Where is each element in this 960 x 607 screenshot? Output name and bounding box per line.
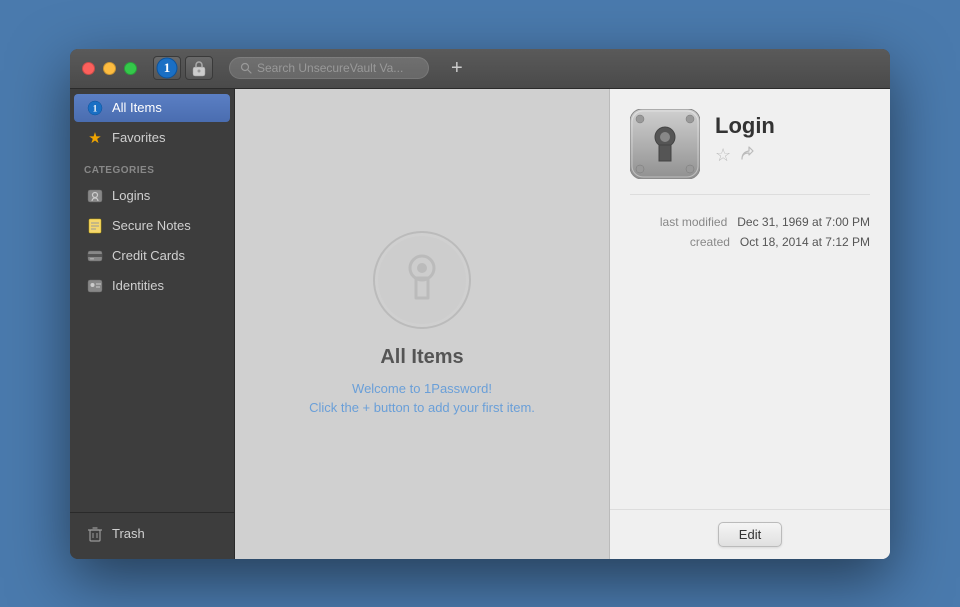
middle-pane-desc: Welcome to 1Password! Click the + button…: [309, 379, 535, 418]
sidebar: 1 All Items ★ Favorites CATEGORIES: [70, 89, 235, 559]
detail-item-icon: [630, 109, 700, 179]
grid-icon: 1: [86, 99, 104, 117]
login-icon: [86, 187, 104, 205]
search-input[interactable]: [257, 61, 407, 75]
created-value: Oct 18, 2014 at 7:12 PM: [740, 235, 870, 249]
main-content: 1 All Items ★ Favorites CATEGORIES: [70, 89, 890, 559]
all-items-label: All Items: [112, 100, 162, 115]
sidebar-item-identities[interactable]: Identities: [74, 272, 230, 300]
detail-title: Login: [715, 113, 870, 139]
categories-label: CATEGORIES: [70, 153, 234, 181]
svg-text:1: 1: [93, 103, 98, 113]
sidebar-item-favorites[interactable]: ★ Favorites: [74, 124, 230, 152]
favorites-label: Favorites: [112, 130, 165, 145]
onepassword-logo-icon: 1: [156, 57, 178, 79]
app-window: 1 +: [70, 49, 890, 559]
add-button[interactable]: +: [445, 56, 469, 80]
detail-meta: last modified Dec 31, 1969 at 7:00 PM cr…: [610, 195, 890, 275]
last-modified-label: last modified: [660, 215, 727, 229]
trash-label: Trash: [112, 526, 145, 541]
favorite-star-icon[interactable]: ☆: [715, 145, 731, 166]
trash-icon: [86, 525, 104, 543]
card-icon: [86, 247, 104, 265]
sidebar-item-credit-cards[interactable]: Credit Cards: [74, 242, 230, 270]
titlebar: 1 +: [70, 49, 890, 89]
detail-pane: Login ☆ last modified Dec 31, 19: [610, 89, 890, 559]
meta-created: created Oct 18, 2014 at 7:12 PM: [630, 235, 870, 249]
created-label: created: [690, 235, 730, 249]
edit-button[interactable]: Edit: [718, 522, 782, 547]
search-bar[interactable]: [229, 57, 429, 79]
meta-last-modified: last modified Dec 31, 1969 at 7:00 PM: [630, 215, 870, 229]
detail-header: Login ☆: [610, 89, 890, 194]
lock-icon: [190, 59, 208, 77]
secure-notes-label: Secure Notes: [112, 218, 191, 233]
id-icon: [86, 277, 104, 295]
star-icon: ★: [86, 129, 104, 147]
sidebar-item-all-items[interactable]: 1 All Items: [74, 94, 230, 122]
maximize-button[interactable]: [124, 62, 137, 75]
share-icon[interactable]: [739, 145, 755, 166]
titlebar-icons: 1: [153, 56, 213, 80]
logins-label: Logins: [112, 188, 150, 203]
close-button[interactable]: [82, 62, 95, 75]
search-icon: [240, 62, 252, 74]
credit-cards-label: Credit Cards: [112, 248, 185, 263]
identities-label: Identities: [112, 278, 164, 293]
detail-footer: Edit: [610, 509, 890, 559]
minimize-button[interactable]: [103, 62, 116, 75]
all-items-large-icon: [372, 230, 472, 330]
lock-button[interactable]: [185, 56, 213, 80]
middle-pane-title: All Items: [380, 346, 463, 369]
sidebar-bottom: Trash: [70, 512, 234, 559]
1password-icon-button[interactable]: 1: [153, 56, 181, 80]
sidebar-item-trash[interactable]: Trash: [74, 520, 230, 548]
note-icon: [86, 217, 104, 235]
svg-text:1: 1: [164, 60, 171, 75]
middle-pane: All Items Welcome to 1Password! Click th…: [235, 89, 610, 559]
sidebar-item-secure-notes[interactable]: Secure Notes: [74, 212, 230, 240]
detail-actions: ☆: [715, 145, 870, 166]
sidebar-item-logins[interactable]: Logins: [74, 182, 230, 210]
last-modified-value: Dec 31, 1969 at 7:00 PM: [737, 215, 870, 229]
detail-title-area: Login ☆: [715, 109, 870, 166]
